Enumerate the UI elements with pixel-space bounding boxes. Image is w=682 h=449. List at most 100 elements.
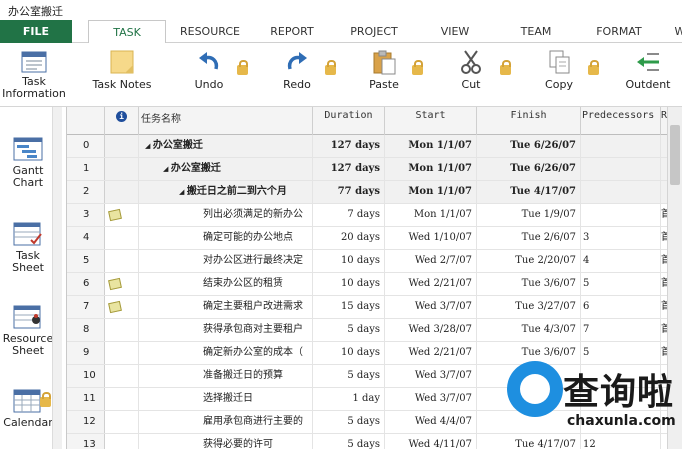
row-id-cell[interactable]: 0 (67, 135, 105, 157)
tab-file[interactable]: FILE (0, 20, 72, 43)
duration-cell[interactable]: 7 days (313, 204, 385, 226)
sidebar-scrollbar[interactable] (52, 107, 62, 449)
indicator-cell[interactable] (105, 158, 139, 180)
start-cell[interactable]: Wed 1/10/07 (385, 227, 477, 249)
table-row[interactable]: 4确定可能的办公地点20 daysWed 1/10/07Tue 2/6/073首 (67, 227, 667, 250)
duration-cell[interactable]: 10 days (313, 342, 385, 364)
note-icon[interactable] (108, 208, 122, 222)
task-name-cell[interactable]: ◢ 搬迁日之前二到六个月 (139, 181, 313, 203)
duration-cell[interactable]: 127 days (313, 135, 385, 157)
duration-cell[interactable]: 77 days (313, 181, 385, 203)
row-id-cell[interactable]: 2 (67, 181, 105, 203)
note-icon[interactable] (108, 300, 122, 314)
predecessors-cell[interactable] (581, 158, 661, 180)
table-row[interactable]: 8获得承包商对主要租户5 daysWed 3/28/07Tue 4/3/077首 (67, 319, 667, 342)
collapse-triangle-icon[interactable]: ◢ (179, 188, 187, 196)
row-id-cell[interactable]: 10 (67, 365, 105, 387)
finish-cell[interactable]: Tue 2/6/07 (477, 227, 581, 249)
scrollbar-thumb[interactable] (670, 125, 680, 185)
tab-project[interactable]: PROJECT (338, 20, 410, 43)
indicator-cell[interactable] (105, 250, 139, 272)
task-information-button[interactable]: Task Information (0, 51, 68, 100)
task-name-cell[interactable]: 确定主要租户改进需求 (139, 296, 313, 318)
undo-button[interactable]: Undo (190, 49, 228, 91)
start-cell[interactable]: Wed 4/11/07 (385, 434, 477, 449)
finish-cell[interactable]: Tue 2/20/07 (477, 250, 581, 272)
cut-button[interactable]: Cut (452, 49, 490, 91)
predecessors-cell[interactable] (581, 181, 661, 203)
table-row[interactable]: 6结束办公区的租赁10 daysWed 2/21/07Tue 3/6/075首 (67, 273, 667, 296)
duration-cell[interactable]: 15 days (313, 296, 385, 318)
start-cell[interactable]: Mon 1/1/07 (385, 204, 477, 226)
predecessors-cell[interactable]: 7 (581, 319, 661, 341)
header-predecessors[interactable]: Predecessors (581, 107, 661, 135)
start-cell[interactable]: Wed 2/7/07 (385, 250, 477, 272)
row-id-cell[interactable]: 4 (67, 227, 105, 249)
tab-more[interactable]: W (670, 20, 682, 43)
indicator-cell[interactable] (105, 434, 139, 449)
row-id-cell[interactable]: 9 (67, 342, 105, 364)
copy-button[interactable]: Copy (540, 49, 578, 91)
task-name-cell[interactable]: 雇用承包商进行主要的 (139, 411, 313, 433)
gantt-chart-view-button[interactable]: Gantt Chart (0, 137, 56, 189)
finish-cell[interactable]: Tue 6/26/07 (477, 158, 581, 180)
row-id-cell[interactable]: 5 (67, 250, 105, 272)
duration-cell[interactable]: 10 days (313, 273, 385, 295)
tab-report[interactable]: REPORT (258, 20, 326, 43)
duration-cell[interactable]: 5 days (313, 434, 385, 449)
row-id-cell[interactable]: 1 (67, 158, 105, 180)
indicator-cell[interactable] (105, 388, 139, 410)
header-indicators[interactable]: i (105, 107, 139, 135)
collapse-triangle-icon[interactable]: ◢ (145, 142, 153, 150)
task-name-cell[interactable]: 列出必须满足的新办公 (139, 204, 313, 226)
task-name-cell[interactable]: ◢ 办公室搬迁 (139, 158, 313, 180)
start-cell[interactable]: Mon 1/1/07 (385, 135, 477, 157)
task-name-cell[interactable]: ◢ 办公室搬迁 (139, 135, 313, 157)
table-row[interactable]: 1 ◢ 办公室搬迁 127 days Mon 1/1/07 Tue 6/26/07 (67, 158, 667, 181)
duration-cell[interactable]: 5 days (313, 411, 385, 433)
header-finish[interactable]: Finish (477, 107, 581, 135)
paste-button[interactable]: Paste (364, 49, 404, 91)
row-id-cell[interactable]: 8 (67, 319, 105, 341)
indicator-cell[interactable] (105, 365, 139, 387)
duration-cell[interactable]: 5 days (313, 365, 385, 387)
finish-cell[interactable]: Tue 4/3/07 (477, 319, 581, 341)
tab-format[interactable]: FORMAT (584, 20, 654, 43)
predecessors-cell[interactable]: 5 (581, 273, 661, 295)
indicator-cell[interactable] (105, 135, 139, 157)
finish-cell[interactable]: Tue 4/17/07 (477, 181, 581, 203)
duration-cell[interactable]: 10 days (313, 250, 385, 272)
indicator-cell[interactable] (105, 273, 139, 295)
start-cell[interactable]: Wed 2/21/07 (385, 342, 477, 364)
tab-view[interactable]: VIEW (428, 20, 482, 43)
header-start[interactable]: Start (385, 107, 477, 135)
start-cell[interactable]: Wed 3/28/07 (385, 319, 477, 341)
task-name-cell[interactable]: 准备搬迁日的预算 (139, 365, 313, 387)
row-id-cell[interactable]: 6 (67, 273, 105, 295)
predecessors-cell[interactable]: 6 (581, 296, 661, 318)
table-row[interactable]: 7 确定主要租户改进需求 15 days Wed 3/7/07 Tue 3/27/07 6… (67, 296, 667, 319)
duration-cell[interactable]: 127 days (313, 158, 385, 180)
task-name-cell[interactable]: 对办公区进行最终决定 (139, 250, 313, 272)
finish-cell[interactable]: Tue 3/27/07 (477, 296, 581, 318)
outdent-button[interactable]: Outdent (622, 49, 674, 91)
indicator-cell[interactable] (105, 227, 139, 249)
duration-cell[interactable]: 5 days (313, 319, 385, 341)
header-duration[interactable]: Duration (313, 107, 385, 135)
collapse-triangle-icon[interactable]: ◢ (163, 165, 171, 173)
redo-button[interactable]: Redo (278, 49, 316, 91)
header-task-name[interactable]: 任务名称 (139, 107, 313, 135)
finish-cell[interactable]: Tue 6/26/07 (477, 135, 581, 157)
tab-resource[interactable]: RESOURCE (170, 20, 250, 43)
predecessors-cell[interactable]: 4 (581, 250, 661, 272)
start-cell[interactable]: Wed 4/4/07 (385, 411, 477, 433)
start-cell[interactable]: Wed 2/21/07 (385, 273, 477, 295)
task-sheet-view-button[interactable]: Task Sheet (0, 222, 56, 274)
duration-cell[interactable]: 1 day (313, 388, 385, 410)
predecessors-cell[interactable]: 3 (581, 227, 661, 249)
table-row[interactable]: 5 对办公区进行最终决定 10 days Wed 2/7/07 Tue 2/20/07 4… (67, 250, 667, 273)
row-id-cell[interactable]: 7 (67, 296, 105, 318)
task-name-cell[interactable]: 确定可能的办公地点 (139, 227, 313, 249)
row-id-cell[interactable]: 12 (67, 411, 105, 433)
task-name-cell[interactable]: 获得必要的许可 (139, 434, 313, 449)
